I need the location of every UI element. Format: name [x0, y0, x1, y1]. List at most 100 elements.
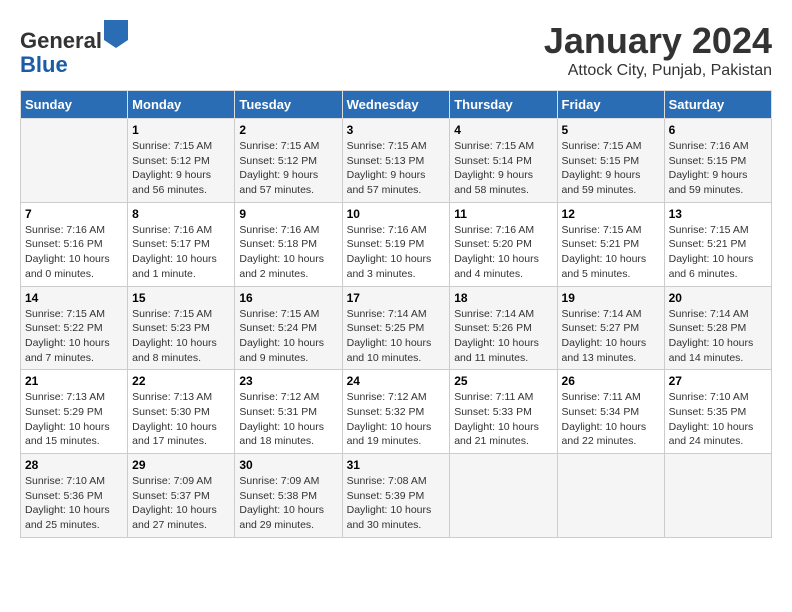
day-info: Sunrise: 7:15 AMSunset: 5:24 PMDaylight:… [239, 307, 337, 366]
table-row: 16 Sunrise: 7:15 AMSunset: 5:24 PMDayligh… [235, 286, 342, 370]
calendar-week-row: 14Sunrise: 7:15 AMSunset: 5:22 PMDayligh… [21, 286, 772, 370]
day-info: Sunrise: 7:16 AMSunset: 5:16 PMDaylight:… [25, 223, 123, 282]
day-info: Sunrise: 7:10 AMSunset: 5:35 PMDaylight:… [669, 390, 767, 449]
day-number: 5 [562, 123, 660, 137]
table-row: 10 Sunrise: 7:16 AMSunset: 5:19 PMDayligh… [342, 202, 450, 286]
day-number: 12 [562, 207, 660, 221]
day-info: Sunrise: 7:14 AMSunset: 5:26 PMDaylight:… [454, 307, 552, 366]
day-number: 29 [132, 458, 230, 472]
day-number: 22 [132, 374, 230, 388]
day-info: Sunrise: 7:08 AMSunset: 5:39 PMDaylight:… [347, 474, 446, 533]
day-number: 10 [347, 207, 446, 221]
calendar-week-row: 7Sunrise: 7:16 AMSunset: 5:16 PMDaylight… [21, 202, 772, 286]
day-info: Sunrise: 7:16 AMSunset: 5:18 PMDaylight:… [239, 223, 337, 282]
day-number: 6 [669, 123, 767, 137]
table-row: 14Sunrise: 7:15 AMSunset: 5:22 PMDayligh… [21, 286, 128, 370]
day-number: 16 [239, 291, 337, 305]
table-row: 22 Sunrise: 7:13 AMSunset: 5:30 PMDayligh… [128, 370, 235, 454]
day-info: Sunrise: 7:15 AMSunset: 5:13 PMDaylight:… [347, 139, 446, 198]
day-number: 30 [239, 458, 337, 472]
day-info: Sunrise: 7:13 AMSunset: 5:30 PMDaylight:… [132, 390, 230, 449]
table-row: 23Sunrise: 7:12 AMSunset: 5:31 PMDayligh… [235, 370, 342, 454]
table-row [664, 454, 771, 538]
table-row: 29 Sunrise: 7:09 AMSunset: 5:37 PMDayligh… [128, 454, 235, 538]
page-header: General Blue January 2024 Attock City, P… [20, 20, 772, 80]
day-info: Sunrise: 7:09 AMSunset: 5:38 PMDaylight:… [239, 474, 337, 533]
calendar-week-row: 1 Sunrise: 7:15 AMSunset: 5:12 PMDaylight… [21, 119, 772, 203]
table-row: 25Sunrise: 7:11 AMSunset: 5:33 PMDayligh… [450, 370, 557, 454]
table-row: 21 Sunrise: 7:13 AMSunset: 5:29 PMDayligh… [21, 370, 128, 454]
day-info: Sunrise: 7:14 AMSunset: 5:28 PMDaylight:… [669, 307, 767, 366]
table-row: 4 Sunrise: 7:15 AMSunset: 5:14 PMDaylight… [450, 119, 557, 203]
day-number: 26 [562, 374, 660, 388]
logo-icon [104, 20, 128, 48]
day-number: 20 [669, 291, 767, 305]
day-info: Sunrise: 7:09 AMSunset: 5:37 PMDaylight:… [132, 474, 230, 533]
table-row: 3Sunrise: 7:15 AMSunset: 5:13 PMDaylight… [342, 119, 450, 203]
table-row: 30 Sunrise: 7:09 AMSunset: 5:38 PMDayligh… [235, 454, 342, 538]
day-number: 1 [132, 123, 230, 137]
day-info: Sunrise: 7:16 AMSunset: 5:15 PMDaylight:… [669, 139, 767, 198]
table-row: 20 Sunrise: 7:14 AMSunset: 5:28 PMDayligh… [664, 286, 771, 370]
table-row [21, 119, 128, 203]
col-thursday: Thursday [450, 91, 557, 119]
table-row: 8 Sunrise: 7:16 AMSunset: 5:17 PMDaylight… [128, 202, 235, 286]
day-info: Sunrise: 7:12 AMSunset: 5:31 PMDaylight:… [239, 390, 337, 449]
day-info: Sunrise: 7:11 AMSunset: 5:34 PMDaylight:… [562, 390, 660, 449]
table-row: 17 Sunrise: 7:14 AMSunset: 5:25 PMDayligh… [342, 286, 450, 370]
day-number: 25 [454, 374, 552, 388]
calendar-title: January 2024 [544, 20, 772, 62]
table-row: 12 Sunrise: 7:15 AMSunset: 5:21 PMDayligh… [557, 202, 664, 286]
day-number: 19 [562, 291, 660, 305]
table-row: 2 Sunrise: 7:15 AMSunset: 5:12 PMDaylight… [235, 119, 342, 203]
table-row: 31Sunrise: 7:08 AMSunset: 5:39 PMDayligh… [342, 454, 450, 538]
day-info: Sunrise: 7:16 AMSunset: 5:19 PMDaylight:… [347, 223, 446, 282]
day-info: Sunrise: 7:15 AMSunset: 5:21 PMDaylight:… [669, 223, 767, 282]
logo-blue-text: Blue [20, 52, 68, 77]
table-row: 7Sunrise: 7:16 AMSunset: 5:16 PMDaylight… [21, 202, 128, 286]
table-row: 24Sunrise: 7:12 AMSunset: 5:32 PMDayligh… [342, 370, 450, 454]
table-row: 28 Sunrise: 7:10 AMSunset: 5:36 PMDayligh… [21, 454, 128, 538]
table-row: 18 Sunrise: 7:14 AMSunset: 5:26 PMDayligh… [450, 286, 557, 370]
table-row [557, 454, 664, 538]
day-info: Sunrise: 7:15 AMSunset: 5:14 PMDaylight:… [454, 139, 552, 198]
day-info: Sunrise: 7:16 AMSunset: 5:20 PMDaylight:… [454, 223, 552, 282]
day-info: Sunrise: 7:14 AMSunset: 5:27 PMDaylight:… [562, 307, 660, 366]
day-info: Sunrise: 7:10 AMSunset: 5:36 PMDaylight:… [25, 474, 123, 533]
table-row: 11 Sunrise: 7:16 AMSunset: 5:20 PMDayligh… [450, 202, 557, 286]
day-info: Sunrise: 7:16 AMSunset: 5:17 PMDaylight:… [132, 223, 230, 282]
day-info: Sunrise: 7:15 AMSunset: 5:21 PMDaylight:… [562, 223, 660, 282]
table-row: 5 Sunrise: 7:15 AMSunset: 5:15 PMDaylight… [557, 119, 664, 203]
table-row: 26 Sunrise: 7:11 AMSunset: 5:34 PMDayligh… [557, 370, 664, 454]
calendar-week-row: 21 Sunrise: 7:13 AMSunset: 5:29 PMDayligh… [21, 370, 772, 454]
col-saturday: Saturday [664, 91, 771, 119]
day-info: Sunrise: 7:15 AMSunset: 5:15 PMDaylight:… [562, 139, 660, 198]
day-info: Sunrise: 7:15 AMSunset: 5:12 PMDaylight:… [239, 139, 337, 198]
day-number: 21 [25, 374, 123, 388]
col-friday: Friday [557, 91, 664, 119]
table-row: 27 Sunrise: 7:10 AMSunset: 5:35 PMDayligh… [664, 370, 771, 454]
col-tuesday: Tuesday [235, 91, 342, 119]
day-info: Sunrise: 7:14 AMSunset: 5:25 PMDaylight:… [347, 307, 446, 366]
col-sunday: Sunday [21, 91, 128, 119]
day-number: 2 [239, 123, 337, 137]
col-monday: Monday [128, 91, 235, 119]
day-number: 27 [669, 374, 767, 388]
day-number: 17 [347, 291, 446, 305]
title-block: January 2024 Attock City, Punjab, Pakist… [544, 20, 772, 80]
day-info: Sunrise: 7:13 AMSunset: 5:29 PMDaylight:… [25, 390, 123, 449]
day-number: 4 [454, 123, 552, 137]
day-number: 15 [132, 291, 230, 305]
calendar-table: Sunday Monday Tuesday Wednesday Thursday… [20, 90, 772, 538]
table-row: 19 Sunrise: 7:14 AMSunset: 5:27 PMDayligh… [557, 286, 664, 370]
table-row: 13Sunrise: 7:15 AMSunset: 5:21 PMDayligh… [664, 202, 771, 286]
day-number: 18 [454, 291, 552, 305]
day-number: 28 [25, 458, 123, 472]
table-row: 15 Sunrise: 7:15 AMSunset: 5:23 PMDayligh… [128, 286, 235, 370]
day-info: Sunrise: 7:15 AMSunset: 5:23 PMDaylight:… [132, 307, 230, 366]
day-number: 11 [454, 207, 552, 221]
calendar-subtitle: Attock City, Punjab, Pakistan [544, 62, 772, 80]
table-row: 6 Sunrise: 7:16 AMSunset: 5:15 PMDaylight… [664, 119, 771, 203]
day-number: 8 [132, 207, 230, 221]
col-wednesday: Wednesday [342, 91, 450, 119]
